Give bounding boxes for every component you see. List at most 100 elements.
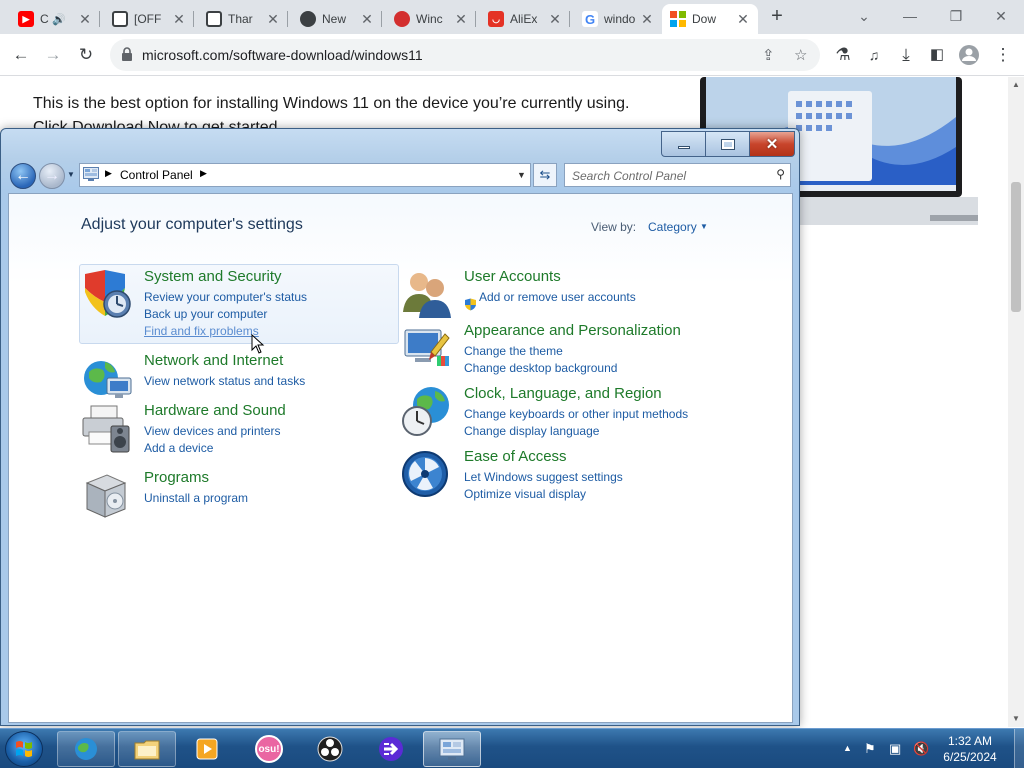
- window-minimize-button[interactable]: [661, 131, 706, 157]
- scroll-up-arrow-icon[interactable]: ▲: [1011, 80, 1021, 89]
- category-system-security[interactable]: System and Security Review your computer…: [81, 268, 401, 348]
- taskbar-app-arrow[interactable]: [362, 731, 420, 767]
- tab-download-windows-active[interactable]: Dow ✕: [662, 4, 758, 34]
- recent-pages-dropdown-icon[interactable]: ▼: [67, 170, 75, 179]
- network-monitor-icon[interactable]: ▣: [889, 741, 901, 757]
- back-arrow-icon[interactable]: ←: [10, 44, 32, 66]
- category-title[interactable]: Hardware and Sound: [144, 402, 286, 419]
- action-center-flag-icon[interactable]: ⚑: [864, 741, 876, 757]
- close-tab-icon[interactable]: ✕: [736, 11, 750, 28]
- address-dropdown-icon[interactable]: ▼: [517, 170, 526, 180]
- close-tab-icon[interactable]: ✕: [454, 11, 468, 28]
- category-programs[interactable]: Programs Uninstall a program: [81, 469, 401, 518]
- tab-aliexpress[interactable]: ◡ AliEx ✕: [480, 4, 570, 34]
- link-review-status[interactable]: Review your computer's status: [144, 290, 307, 304]
- category-clock-language-region[interactable]: Clock, Language, and Region Change keybo…: [401, 385, 761, 445]
- taskbar-windows-explorer[interactable]: [118, 731, 176, 767]
- minimize-icon[interactable]: —: [896, 4, 924, 28]
- link-devices-printers[interactable]: View devices and printers: [144, 424, 281, 438]
- forward-arrow-icon[interactable]: →: [39, 163, 65, 189]
- tab-youtube[interactable]: ▶ C 🔊 ✕: [10, 4, 100, 34]
- category-title[interactable]: Ease of Access: [464, 448, 567, 465]
- category-title[interactable]: Network and Internet: [144, 352, 283, 369]
- category-ease-of-access[interactable]: Ease of Access Let Windows suggest setti…: [401, 448, 761, 508]
- breadcrumb-arrow-icon[interactable]: ▶: [200, 168, 207, 179]
- address-bar[interactable]: microsoft.com/software-download/windows1…: [110, 39, 820, 71]
- restore-icon[interactable]: ❐: [942, 4, 970, 28]
- clock-date[interactable]: 6/25/2024: [930, 750, 1010, 764]
- show-desktop-button[interactable]: [1014, 729, 1024, 768]
- media-queue-icon[interactable]: ♫: [863, 44, 885, 66]
- page-title: Adjust your computer's settings: [81, 216, 303, 233]
- explorer-address-bar[interactable]: ▶ Control Panel ▶ ▼: [79, 163, 531, 187]
- link-add-remove-accounts[interactable]: Add or remove user accounts: [479, 290, 636, 304]
- taskbar-control-panel[interactable]: [423, 731, 481, 767]
- breadcrumb-arrow-icon[interactable]: ▶: [105, 168, 112, 179]
- search-control-panel-input[interactable]: Search Control Panel ⚲: [564, 163, 791, 187]
- category-hardware-sound[interactable]: Hardware and Sound View devices and prin…: [81, 402, 401, 462]
- refresh-icon[interactable]: ⇆: [533, 163, 557, 187]
- tab-winc[interactable]: Winc ✕: [386, 4, 476, 34]
- show-hidden-icons-arrow[interactable]: ▲: [843, 743, 852, 753]
- forward-arrow-icon[interactable]: →: [42, 44, 64, 66]
- link-network-status[interactable]: View network status and tasks: [144, 374, 305, 388]
- profile-avatar-icon[interactable]: [958, 44, 980, 66]
- taskbar-internet-explorer[interactable]: [57, 731, 115, 767]
- close-tab-icon[interactable]: ✕: [78, 11, 92, 28]
- close-tab-icon[interactable]: ✕: [548, 11, 562, 28]
- side-panel-icon[interactable]: ◧: [926, 44, 948, 66]
- category-title[interactable]: Programs: [144, 469, 209, 486]
- link-uninstall-program[interactable]: Uninstall a program: [144, 491, 248, 505]
- link-optimize-display[interactable]: Optimize visual display: [464, 487, 586, 501]
- link-change-keyboards[interactable]: Change keyboards or other input methods: [464, 407, 688, 421]
- breadcrumb-control-panel[interactable]: Control Panel: [120, 168, 193, 182]
- download-icon[interactable]: ⤓: [895, 44, 917, 66]
- category-network-internet[interactable]: Network and Internet View network status…: [81, 352, 401, 398]
- category-title[interactable]: Appearance and Personalization: [464, 322, 681, 339]
- taskbar-media-player[interactable]: [178, 731, 236, 767]
- tab-search-chevron-icon[interactable]: ⌄: [850, 4, 878, 28]
- search-icon[interactable]: ⚲: [776, 167, 785, 181]
- window-maximize-button[interactable]: [705, 131, 750, 157]
- tab-off[interactable]: [OFF ✕: [104, 4, 194, 34]
- new-tab-button[interactable]: +: [766, 6, 788, 28]
- tab-new[interactable]: New ✕: [292, 4, 382, 34]
- tab-thar[interactable]: Thar ✕: [198, 4, 288, 34]
- control-panel-window[interactable]: ✕ ← → ▼ ▶ Control Panel ▶ ▼ ⇆ Search Con…: [0, 128, 800, 726]
- link-suggest-settings[interactable]: Let Windows suggest settings: [464, 470, 623, 484]
- clock-time[interactable]: 1:32 AM: [930, 734, 1010, 748]
- taskbar-osu[interactable]: osu!: [240, 731, 298, 767]
- category-user-accounts[interactable]: User Accounts Add or remove user account…: [401, 268, 761, 318]
- share-icon[interactable]: ⇪: [762, 46, 775, 64]
- link-desktop-background[interactable]: Change desktop background: [464, 361, 617, 375]
- close-tab-icon[interactable]: ✕: [640, 11, 654, 28]
- category-title[interactable]: System and Security: [144, 268, 282, 285]
- category-title[interactable]: User Accounts: [464, 268, 561, 285]
- start-button[interactable]: [5, 731, 43, 767]
- speaker-muted-icon[interactable]: 🔇: [913, 741, 929, 757]
- link-display-language[interactable]: Change display language: [464, 424, 599, 438]
- bookmark-star-icon[interactable]: ☆: [794, 46, 807, 64]
- tab-google-windows[interactable]: G windo ✕: [574, 4, 662, 34]
- window-close-button[interactable]: ✕: [749, 131, 795, 157]
- scroll-thumb[interactable]: [1011, 182, 1021, 312]
- page-scrollbar[interactable]: ▲ ▼: [1008, 77, 1024, 727]
- menu-kebab-icon[interactable]: ⋮: [992, 44, 1014, 66]
- category-title[interactable]: Clock, Language, and Region: [464, 385, 662, 402]
- link-change-theme[interactable]: Change the theme: [464, 344, 563, 358]
- close-tab-icon[interactable]: ✕: [360, 11, 374, 28]
- view-by-dropdown[interactable]: Category ▼: [648, 220, 708, 234]
- link-add-device[interactable]: Add a device: [144, 441, 213, 455]
- close-tab-icon[interactable]: ✕: [266, 11, 280, 28]
- speaker-icon[interactable]: 🔊: [52, 13, 66, 26]
- link-find-fix-problems[interactable]: Find and fix problems: [144, 324, 259, 338]
- flask-labs-icon[interactable]: ⚗: [832, 44, 854, 66]
- close-icon[interactable]: ✕: [987, 4, 1015, 28]
- category-appearance-personalization[interactable]: Appearance and Personalization Change th…: [401, 322, 761, 382]
- taskbar-obs[interactable]: [301, 731, 359, 767]
- back-arrow-icon[interactable]: ←: [10, 163, 36, 189]
- scroll-down-arrow-icon[interactable]: ▼: [1011, 714, 1021, 723]
- reload-icon[interactable]: ↻: [75, 44, 97, 66]
- link-backup[interactable]: Back up your computer: [144, 307, 267, 321]
- close-tab-icon[interactable]: ✕: [172, 11, 186, 28]
